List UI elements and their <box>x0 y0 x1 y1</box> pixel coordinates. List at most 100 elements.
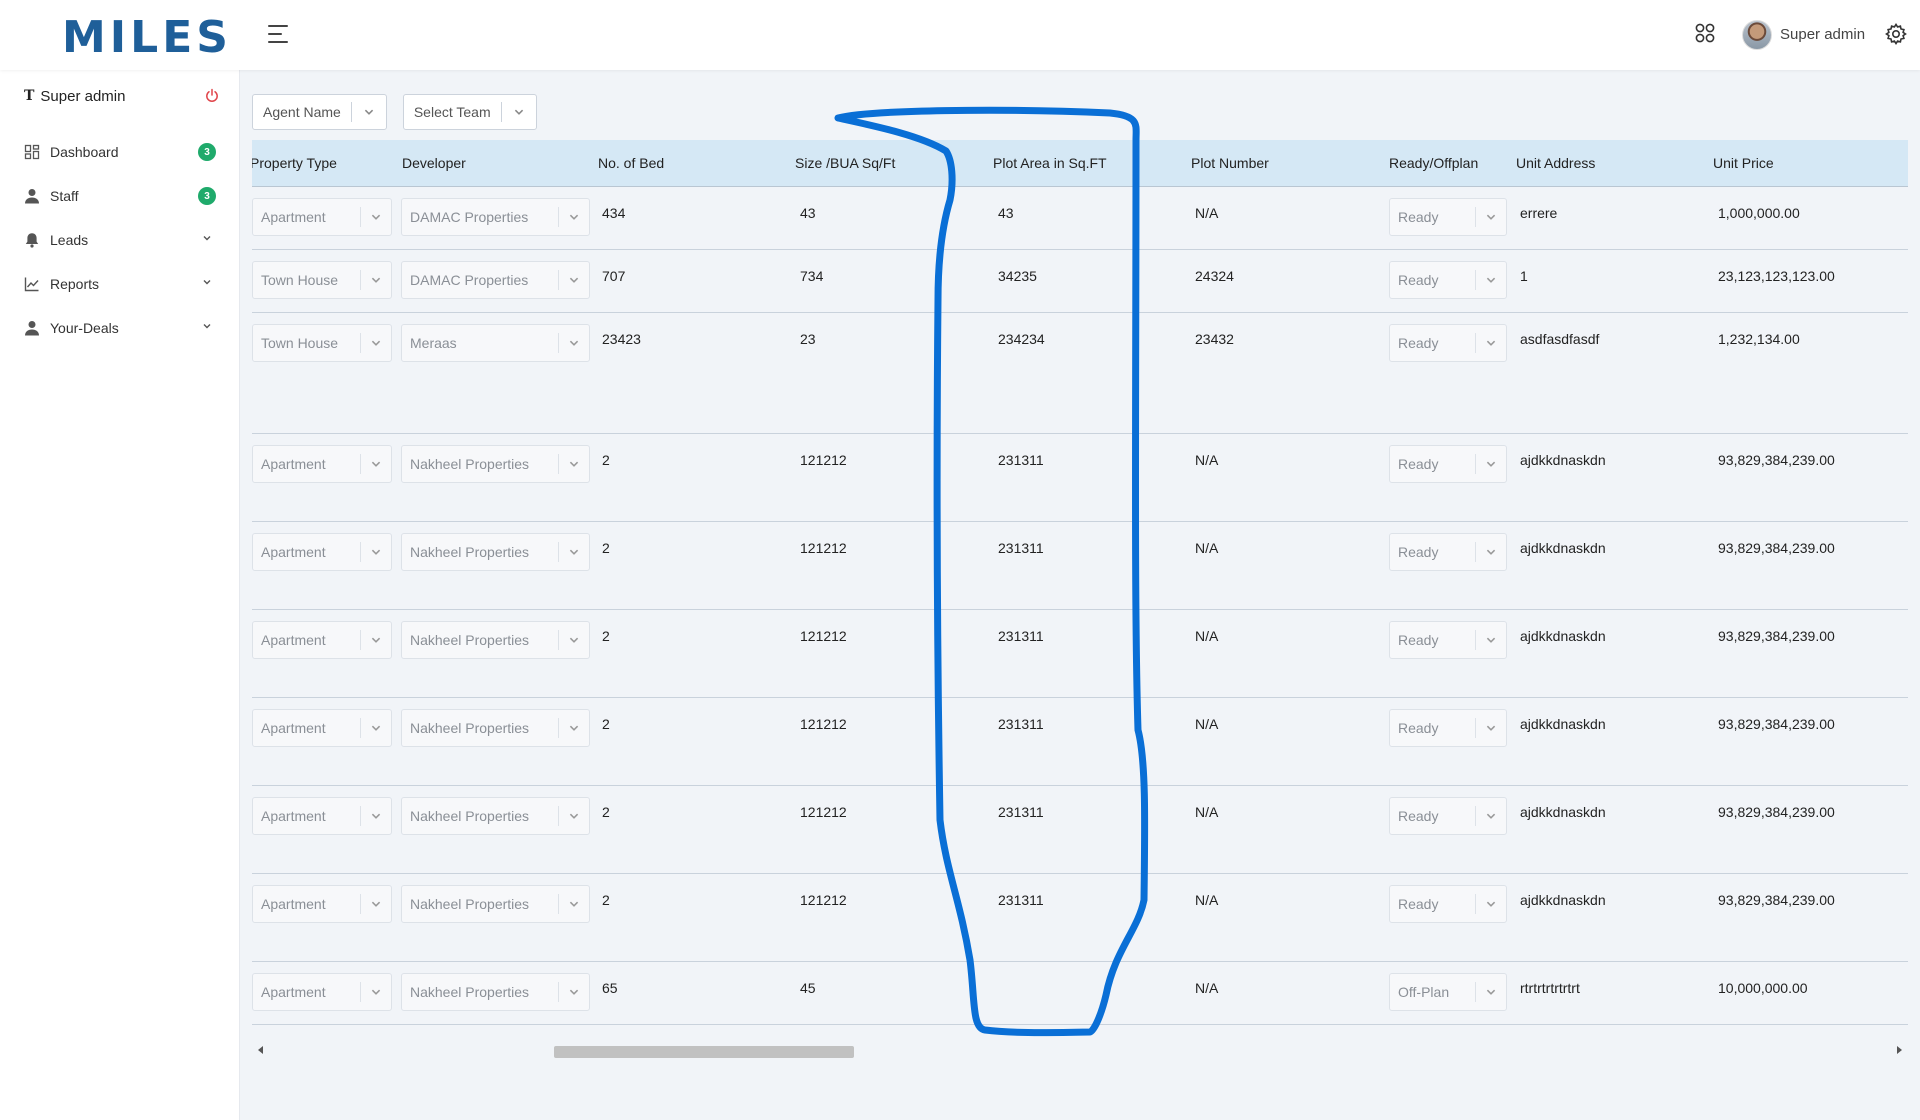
scrollbar-track[interactable] <box>264 1044 1894 1058</box>
sidebar-item-your-deals[interactable]: Your-Deals <box>24 306 220 350</box>
developer-select[interactable]: Nakheel Properties <box>401 445 590 483</box>
column-header-plot-number[interactable]: Plot Number <box>1191 155 1269 171</box>
size-cell: 121212 <box>800 452 847 468</box>
plot-number-cell: N/A <box>1195 892 1219 908</box>
chevron-down-icon <box>361 274 391 286</box>
size-cell: 121212 <box>800 628 847 644</box>
size-cell: 121212 <box>800 804 847 820</box>
developer-select[interactable]: Nakheel Properties <box>401 797 590 835</box>
beds-cell: 2 <box>602 452 610 468</box>
gear-icon[interactable] <box>1884 22 1908 46</box>
select-value: Town House <box>261 335 339 351</box>
ready-offplan-select[interactable]: Ready <box>1389 533 1507 571</box>
plot-number-cell: 24324 <box>1195 268 1234 284</box>
sidebar-item-staff[interactable]: Staff 3 <box>24 174 220 218</box>
unit-price-cell: 1,232,134.00 <box>1718 331 1800 347</box>
sidebar: T Super admin Dashboard 3 Staff 3 Leads <box>0 70 240 1120</box>
column-header-unit-address[interactable]: Unit Address <box>1516 155 1595 171</box>
plot-number-cell: N/A <box>1195 716 1219 732</box>
table-row: Apartment Nakheel Properties 2 121212 231311… <box>252 874 1908 962</box>
menu-toggle-icon[interactable] <box>268 22 294 46</box>
sidebar-item-reports[interactable]: Reports <box>24 262 220 306</box>
developer-select[interactable]: Nakheel Properties <box>401 709 590 747</box>
column-header-property-type[interactable]: Property Type <box>252 155 337 171</box>
ready-offplan-select[interactable]: Ready <box>1389 885 1507 923</box>
horizontal-scrollbar[interactable] <box>252 1042 1908 1060</box>
ready-offplan-select[interactable]: Ready <box>1389 261 1507 299</box>
chevron-down-icon <box>352 106 386 118</box>
select-value: Ready <box>1398 544 1439 560</box>
ready-offplan-select[interactable]: Ready <box>1389 709 1507 747</box>
chevron-down-icon <box>559 722 589 734</box>
size-cell: 45 <box>800 980 816 996</box>
chevron-down-icon <box>203 236 211 241</box>
ready-offplan-select[interactable]: Off-Plan <box>1389 973 1507 1011</box>
column-header-plot-area[interactable]: Plot Area in Sq.FT <box>993 155 1107 171</box>
user-avatar[interactable] <box>1742 20 1772 50</box>
size-cell: 121212 <box>800 716 847 732</box>
select-team-select[interactable]: Select Team <box>402 94 537 130</box>
table-row: Apartment Nakheel Properties 2 121212 231311… <box>252 522 1908 610</box>
developer-select[interactable]: DAMAC Properties <box>401 198 590 236</box>
person-icon <box>25 321 39 336</box>
beds-cell: 2 <box>602 540 610 556</box>
chevron-down-icon <box>1476 898 1506 910</box>
select-value: Apartment <box>261 632 326 648</box>
power-icon[interactable] <box>204 88 220 104</box>
developer-select[interactable]: Nakheel Properties <box>401 973 590 1011</box>
column-header-size[interactable]: Size /BUA Sq/Ft <box>795 155 895 171</box>
property-type-select[interactable]: Apartment <box>252 198 392 236</box>
beds-cell: 2 <box>602 892 610 908</box>
unit-price-cell: 93,829,384,239.00 <box>1718 540 1835 556</box>
column-header-ready-offplan[interactable]: Ready/Offplan <box>1389 155 1478 171</box>
column-header-unit-price[interactable]: Unit Price <box>1713 155 1774 171</box>
property-type-select[interactable]: Apartment <box>252 621 392 659</box>
developer-select[interactable]: Meraas <box>401 324 590 362</box>
unit-price-cell: 23,123,123,123.00 <box>1718 268 1835 284</box>
table-row: Town House DAMAC Properties 707 734 34235 243… <box>252 250 1908 313</box>
unit-address-cell: ajdkkdnaskdn <box>1520 540 1606 556</box>
property-type-select[interactable]: Apartment <box>252 973 392 1011</box>
property-type-select[interactable]: Town House <box>252 261 392 299</box>
scroll-left-icon[interactable] <box>258 1046 263 1054</box>
chevron-down-icon <box>1476 337 1506 349</box>
select-value: Ready <box>1398 272 1439 288</box>
ready-offplan-select[interactable]: Ready <box>1389 324 1507 362</box>
property-type-select[interactable]: Apartment <box>252 709 392 747</box>
developer-select[interactable]: DAMAC Properties <box>401 261 590 299</box>
plot-area-cell: 231311 <box>998 540 1044 556</box>
beds-cell: 707 <box>602 268 626 284</box>
developer-select[interactable]: Nakheel Properties <box>401 885 590 923</box>
ready-offplan-select[interactable]: Ready <box>1389 797 1507 835</box>
select-value: Nakheel Properties <box>410 808 530 824</box>
unit-price-cell: 93,829,384,239.00 <box>1718 716 1835 732</box>
ready-offplan-select[interactable]: Ready <box>1389 445 1507 483</box>
unit-address-cell: errere <box>1520 205 1558 221</box>
ready-offplan-select[interactable]: Ready <box>1389 198 1507 236</box>
scroll-right-icon[interactable] <box>1897 1046 1902 1054</box>
apps-grid-icon[interactable] <box>1694 22 1716 44</box>
miles-logo[interactable]: MILES <box>62 12 232 63</box>
scrollbar-thumb[interactable] <box>554 1046 854 1058</box>
column-header-developer[interactable]: Developer <box>402 155 466 171</box>
agent-name-placeholder: Agent Name <box>263 104 341 120</box>
agent-name-select[interactable]: Agent Name <box>252 94 387 130</box>
table-row: Apartment Nakheel Properties 2 121212 231311… <box>252 434 1908 522</box>
developer-select[interactable]: Nakheel Properties <box>401 621 590 659</box>
developer-select[interactable]: Nakheel Properties <box>401 533 590 571</box>
property-type-select[interactable]: Apartment <box>252 797 392 835</box>
select-value: Nakheel Properties <box>410 456 530 472</box>
sidebar-item-dashboard[interactable]: Dashboard 3 <box>24 130 220 174</box>
property-type-select[interactable]: Apartment <box>252 445 392 483</box>
user-initial-icon: T <box>24 88 35 104</box>
property-type-select[interactable]: Apartment <box>252 885 392 923</box>
chart-line-icon <box>24 277 39 292</box>
dashboard-icon <box>24 144 40 160</box>
chevron-down-icon <box>1476 546 1506 558</box>
property-type-select[interactable]: Town House <box>252 324 392 362</box>
column-header-beds[interactable]: No. of Bed <box>598 155 664 171</box>
sidebar-item-leads[interactable]: Leads <box>24 218 220 262</box>
ready-offplan-select[interactable]: Ready <box>1389 621 1507 659</box>
header-user-name[interactable]: Super admin <box>1780 26 1865 43</box>
property-type-select[interactable]: Apartment <box>252 533 392 571</box>
